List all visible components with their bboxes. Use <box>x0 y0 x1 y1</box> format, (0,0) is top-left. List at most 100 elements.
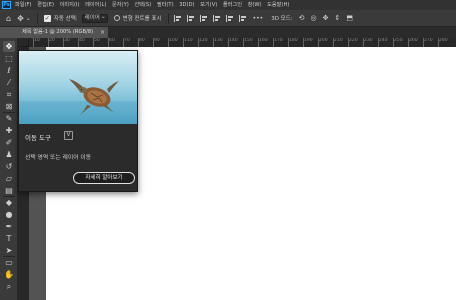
crop-tool-icon[interactable]: ⌗ <box>3 89 15 100</box>
ruler-tick <box>333 38 334 47</box>
ruler-tick-label: 120 <box>199 38 208 43</box>
ruler-tick <box>318 38 319 47</box>
ruler-tick-label: 180 <box>289 38 298 43</box>
ruler-tick-label: 130 <box>214 38 223 43</box>
ruler-tick <box>288 38 289 47</box>
ruler-tick-label: 260 <box>409 38 418 43</box>
ruler-tick-label: 80 <box>139 38 145 43</box>
path-selection-tool-icon[interactable]: ➤ <box>3 245 15 256</box>
ruler-tick-label: 150 <box>244 38 253 43</box>
transform-controls-label: 변형 컨트롤 표시 <box>122 16 162 22</box>
ruler-tick <box>273 38 274 47</box>
menu-item[interactable]: 편집(E) <box>37 0 54 10</box>
horizontal-ruler[interactable]: 10 20 30 40 50 60 70 80 90 100 110 120 130 140 150 160 1… <box>29 38 456 47</box>
menu-bar: Ps 파일(F) 편집(E) 이미지(I) 레이어(L) 문자(Y) 선택(S) 필터(T)… <box>0 0 456 10</box>
ruler-tick-label: 40 <box>79 38 85 43</box>
tooltip-preview-image <box>19 51 137 124</box>
ruler-tick <box>48 38 49 47</box>
ruler-tick-label: 270 <box>424 38 433 43</box>
ruler-corner <box>18 38 29 47</box>
ruler-tick <box>243 38 244 47</box>
photoshop-logo-icon[interactable]: Ps <box>2 1 11 9</box>
menu-item[interactable]: 창(W) <box>248 0 262 10</box>
menu-item[interactable]: 파일(F) <box>15 0 32 10</box>
ruler-tick-label: 210 <box>334 38 343 43</box>
hand-tool-icon[interactable]: ✋ <box>3 269 15 280</box>
ruler-tick <box>363 38 364 47</box>
ruler-tick <box>438 38 439 47</box>
auto-select-checkbox[interactable]: ✓ <box>43 14 51 22</box>
ruler-tick <box>258 38 259 47</box>
close-icon[interactable]: × <box>100 27 105 38</box>
ruler-tick <box>168 38 169 47</box>
align-middle-icon[interactable] <box>225 14 234 22</box>
ruler-tick <box>63 38 64 47</box>
align-center-icon[interactable] <box>186 14 195 22</box>
ruler-tick <box>138 38 139 47</box>
tooltip-description: 선택 영역 또는 레이어 이동 <box>25 155 92 161</box>
menu-item[interactable]: 레이어(L) <box>85 0 106 10</box>
3d-mode-label: 3D 모드: <box>271 16 293 22</box>
ruler-tick-label: 10 <box>34 38 40 43</box>
3d-slide-icon[interactable]: ⇕ <box>335 10 341 27</box>
eraser-tool-icon[interactable]: ▱ <box>3 173 15 184</box>
menu-item[interactable]: 필터(T) <box>157 0 174 10</box>
menu-item[interactable]: 문자(Y) <box>112 0 129 10</box>
options-bar: ⌂ ✥ ⌄ ✓ 자동 선택: 레이어 변형 컨트롤 표시 ••• 3D 모드: … <box>0 10 456 27</box>
lasso-tool-icon[interactable]: ℓ <box>3 65 15 76</box>
align-left-icon[interactable] <box>173 14 182 22</box>
ruler-tick-label: 230 <box>364 38 373 43</box>
align-bottom-icon[interactable] <box>238 14 247 22</box>
move-tool-icon[interactable]: ✥ <box>3 41 15 52</box>
blur-tool-icon[interactable]: ◆ <box>3 197 15 208</box>
menu-item[interactable]: 보기(V) <box>200 0 217 10</box>
ruler-tick <box>33 38 34 47</box>
document-tab-title: 제목 없음-1 @ 200% (RGB/8) <box>22 29 94 35</box>
type-tool-icon[interactable]: T <box>3 233 15 244</box>
ruler-tick-label: 100 <box>169 38 178 43</box>
3d-pan-icon[interactable]: ✥ <box>323 10 329 27</box>
ruler-tick <box>213 38 214 47</box>
marquee-tool-icon[interactable]: ⬚ <box>3 53 15 64</box>
menu-item[interactable]: 플러그인 <box>223 0 242 10</box>
rectangle-tool-icon[interactable]: ▭ <box>3 257 15 268</box>
dodge-tool-icon[interactable]: ● <box>3 209 15 220</box>
3d-roll-icon[interactable]: ◎ <box>311 10 317 27</box>
ruler-tick-label: 200 <box>319 38 328 43</box>
history-brush-tool-icon[interactable]: ↺ <box>3 161 15 172</box>
document-tab[interactable]: 제목 없음-1 @ 200% (RGB/8) × <box>18 27 108 38</box>
auto-select-label: 자동 선택: <box>53 16 78 22</box>
more-options-icon[interactable]: ••• <box>253 10 264 27</box>
menu-item[interactable]: 도움말(H) <box>267 0 289 10</box>
eyedropper-tool-icon[interactable]: ✎ <box>3 113 15 124</box>
auto-select-dropdown[interactable]: 레이어 <box>81 13 108 23</box>
ruler-tick <box>303 38 304 47</box>
ruler-tick <box>93 38 94 47</box>
zoom-tool-icon[interactable]: ⌕ <box>3 281 15 292</box>
menu-item[interactable]: 선택(S) <box>134 0 151 10</box>
menu-item[interactable]: 이미지(I) <box>60 0 80 10</box>
pen-tool-icon[interactable]: ✒ <box>3 221 15 232</box>
home-icon[interactable]: ⌂ <box>6 10 11 27</box>
align-right-icon[interactable] <box>199 14 208 22</box>
menu-item[interactable]: 3D(D) <box>179 0 194 10</box>
chevron-down-icon[interactable]: ⌄ <box>26 10 31 27</box>
frame-tool-icon[interactable]: ⊠ <box>3 101 15 112</box>
magic-wand-tool-icon[interactable]: ⁄ <box>3 77 15 88</box>
align-top-icon[interactable] <box>212 14 221 22</box>
healing-tool-icon[interactable]: ✚ <box>3 125 15 136</box>
ruler-tick <box>153 38 154 47</box>
learn-more-button[interactable]: 자세히 알아보기 <box>73 172 135 184</box>
transform-controls-toggle[interactable] <box>113 15 120 21</box>
3d-rotate-icon[interactable]: ⟲ <box>299 10 305 27</box>
gradient-tool-icon[interactable]: ▤ <box>3 185 15 196</box>
ruler-tick-label: 70 <box>124 38 130 43</box>
ruler-tick-label: 220 <box>349 38 358 43</box>
separator <box>36 12 38 24</box>
ruler-tick <box>378 38 379 47</box>
brush-tool-icon[interactable]: ✐ <box>3 137 15 148</box>
3d-scale-icon[interactable]: ⬒ <box>346 10 353 27</box>
ruler-tick-label: 280 <box>439 38 448 43</box>
move-tool-preset-icon[interactable]: ✥ <box>17 10 24 27</box>
stamp-tool-icon[interactable]: ♟ <box>3 149 15 160</box>
